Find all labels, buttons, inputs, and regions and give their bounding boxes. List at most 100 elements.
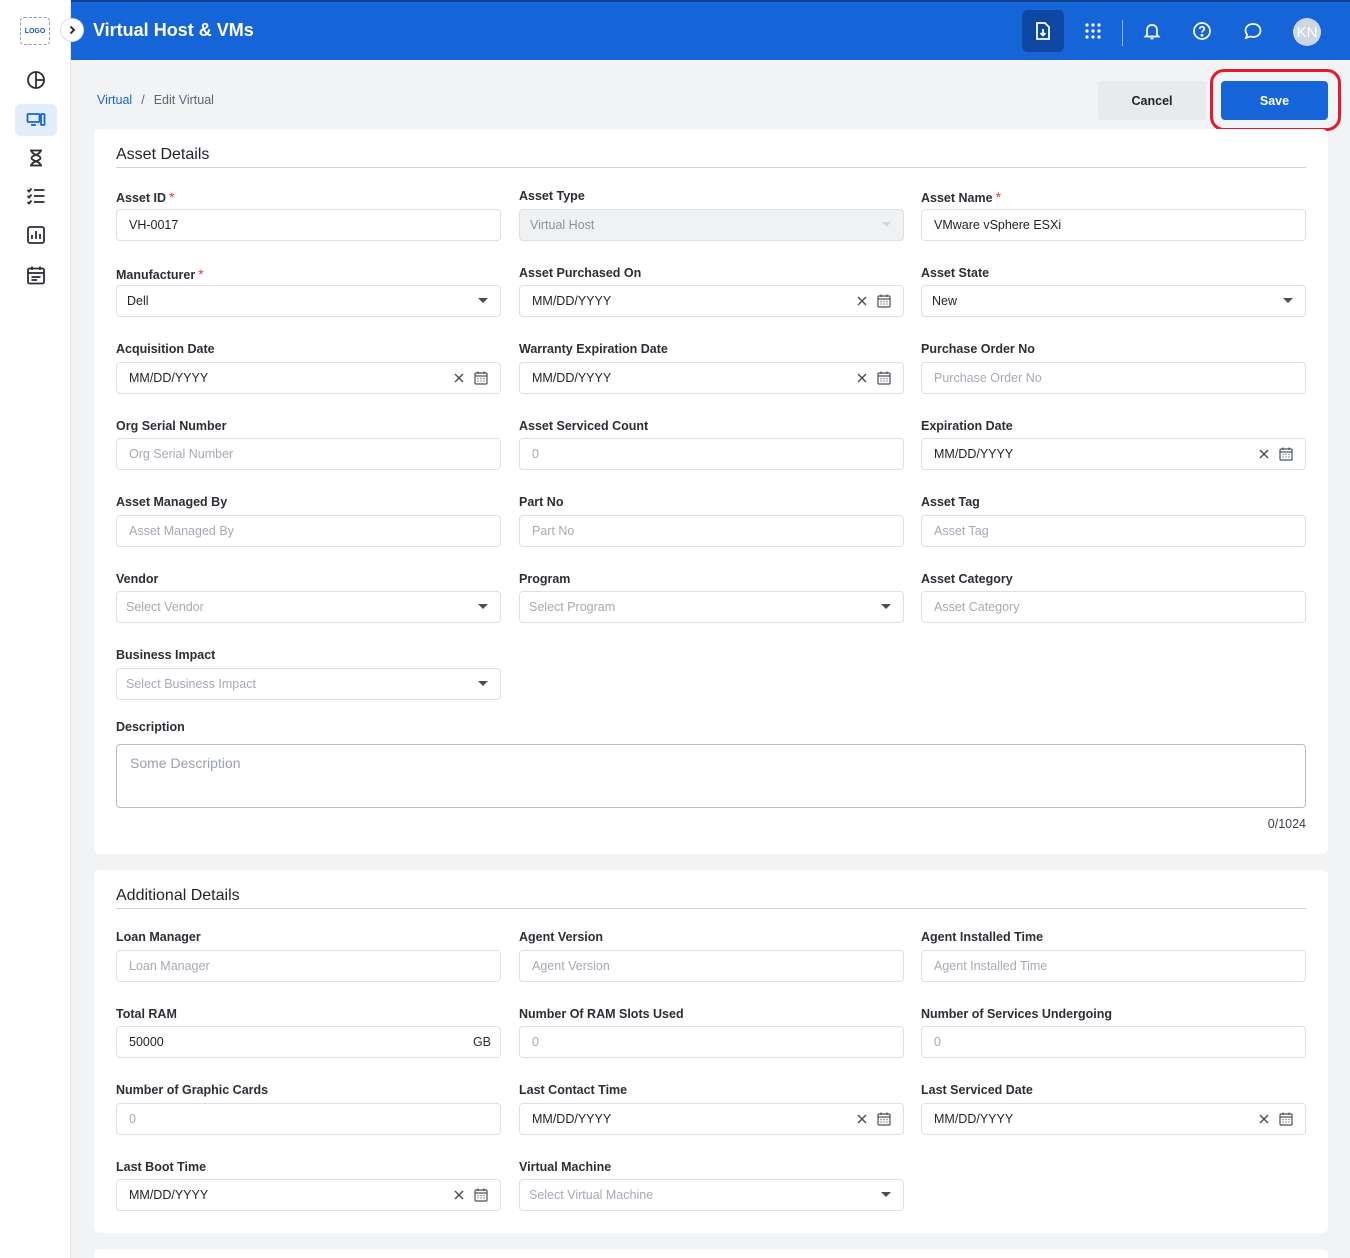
topbar-divider: [1122, 20, 1123, 46]
apps-button[interactable]: [1072, 10, 1114, 52]
logo[interactable]: LOGO: [20, 17, 50, 45]
bell-icon: [1143, 24, 1161, 40]
save-button[interactable]: Save: [1221, 81, 1328, 120]
calendar-button[interactable]: [877, 294, 891, 308]
agent-version-input[interactable]: Agent Version: [519, 950, 904, 982]
asset-state-select[interactable]: New: [921, 285, 1306, 317]
breadcrumb: Virtual / Edit Virtual: [97, 93, 214, 107]
asset-id-input[interactable]: VH-0017: [116, 209, 501, 241]
ram-slots-used-input[interactable]: 0: [519, 1026, 904, 1058]
calendar-icon: [1279, 447, 1293, 461]
asset-name-label: Asset Name *: [921, 189, 1002, 205]
asset-purchased-on-label: Asset Purchased On: [519, 266, 642, 280]
breadcrumb-link-virtual[interactable]: Virtual: [97, 93, 132, 107]
asset-serviced-count-input[interactable]: 0: [519, 438, 904, 470]
help-button[interactable]: [1181, 10, 1223, 52]
asset-category-input[interactable]: Asset Category: [921, 591, 1306, 623]
clear-button[interactable]: [454, 373, 464, 383]
asset-name-input[interactable]: VMware vSphere ESXi: [921, 209, 1306, 241]
total-ram-input[interactable]: 50000 GB: [116, 1026, 501, 1058]
calendar-button[interactable]: [1279, 1112, 1293, 1126]
sidebar-item-tasks[interactable]: [15, 180, 57, 212]
description-textarea[interactable]: Some Description: [116, 744, 1306, 808]
vendor-select[interactable]: Select Vendor: [116, 591, 501, 623]
clear-button[interactable]: [857, 1114, 867, 1124]
last-serviced-date-datepicker[interactable]: MM/DD/YYYY: [921, 1103, 1306, 1135]
sidebar-item-hourglass[interactable]: [15, 142, 57, 174]
close-icon: [1259, 1114, 1269, 1124]
caret-down-icon: [1283, 298, 1293, 303]
asset-id-label: Asset ID *: [116, 189, 175, 205]
acquisition-date-datepicker[interactable]: MM/DD/YYYY: [116, 362, 501, 394]
agent-installed-time-input[interactable]: Agent Installed Time: [921, 950, 1306, 982]
last-boot-time-datepicker[interactable]: MM/DD/YYYY: [116, 1179, 501, 1211]
help-icon: [1193, 22, 1211, 40]
caret-down-icon: [478, 604, 488, 609]
sidebar-item-reports[interactable]: [15, 219, 57, 251]
graphic-cards-input[interactable]: 0: [116, 1103, 501, 1135]
warranty-expiration-date-label: Warranty Expiration Date: [519, 342, 668, 356]
section-divider: [116, 167, 1306, 168]
calendar-button[interactable]: [877, 1112, 891, 1126]
manufacturer-label: Manufacturer *: [116, 266, 204, 282]
clear-button[interactable]: [454, 1190, 464, 1200]
purchase-order-no-input[interactable]: Purchase Order No: [921, 362, 1306, 394]
clear-button[interactable]: [857, 373, 867, 383]
clear-button[interactable]: [1259, 449, 1269, 459]
ram-slots-used-label: Number Of RAM Slots Used: [519, 1007, 684, 1021]
file-download-icon: [1036, 22, 1050, 40]
asset-managed-by-label: Asset Managed By: [116, 495, 228, 509]
expiration-date-datepicker[interactable]: MM/DD/YYYY: [921, 438, 1306, 470]
close-icon: [857, 1114, 867, 1124]
chat-button[interactable]: [1232, 10, 1274, 52]
close-icon: [454, 373, 464, 383]
sidebar-item-dashboard[interactable]: [15, 64, 57, 96]
clear-button[interactable]: [857, 296, 867, 306]
manufacturer-select[interactable]: Dell: [116, 285, 501, 317]
asset-purchased-on-datepicker[interactable]: MM/DD/YYYY: [519, 285, 904, 317]
asset-managed-by-input[interactable]: Asset Managed By: [116, 515, 501, 547]
download-button[interactable]: [1022, 10, 1064, 52]
avatar[interactable]: KN: [1293, 18, 1321, 46]
breadcrumb-separator: /: [141, 93, 145, 107]
loan-manager-input[interactable]: Loan Manager: [116, 950, 501, 982]
description-placeholder: Some Description: [130, 755, 241, 771]
section-title: Additional Details: [116, 887, 240, 904]
asset-tag-label: Asset Tag: [921, 495, 980, 509]
warranty-expiration-date-datepicker[interactable]: MM/DD/YYYY: [519, 362, 904, 394]
virtual-machine-select[interactable]: Select Virtual Machine: [519, 1179, 904, 1211]
total-ram-label: Total RAM: [116, 1007, 177, 1021]
notifications-button[interactable]: [1131, 10, 1173, 52]
report-icon: [27, 226, 45, 244]
business-impact-select[interactable]: Select Business Impact: [116, 668, 501, 700]
acquisition-date-label: Acquisition Date: [116, 342, 215, 356]
caret-down-icon: [882, 222, 891, 227]
chevron-right-icon: [69, 25, 76, 35]
sidebar-item-calendar[interactable]: [15, 259, 57, 291]
last-contact-time-datepicker[interactable]: MM/DD/YYYY: [519, 1103, 904, 1135]
asset-tag-input[interactable]: Asset Tag: [921, 515, 1306, 547]
sidebar-expand-button[interactable]: [60, 18, 84, 42]
calendar-button[interactable]: [877, 371, 891, 385]
next-section-card: [94, 1249, 1328, 1258]
part-no-input[interactable]: Part No: [519, 515, 904, 547]
program-label: Program: [519, 572, 571, 586]
calendar-button[interactable]: [474, 371, 488, 385]
asset-category-label: Asset Category: [921, 572, 1013, 586]
program-select[interactable]: Select Program: [519, 591, 904, 623]
dashboard-icon: [27, 71, 45, 89]
calendar-button[interactable]: [1279, 447, 1293, 461]
breadcrumb-current: Edit Virtual: [153, 93, 214, 107]
calendar-button[interactable]: [474, 1188, 488, 1202]
topbar: Virtual Host & VMs KN: [71, 0, 1350, 60]
calendar-icon: [877, 294, 891, 308]
loan-manager-label: Loan Manager: [116, 930, 201, 944]
clear-button[interactable]: [1259, 1114, 1269, 1124]
org-serial-number-input[interactable]: Org Serial Number: [116, 438, 501, 470]
agent-installed-time-label: Agent Installed Time: [921, 930, 1044, 944]
services-undergoing-input[interactable]: 0: [921, 1026, 1306, 1058]
sidebar-item-assets[interactable]: [15, 104, 57, 136]
virtual-machine-label: Virtual Machine: [519, 1160, 612, 1174]
cancel-button[interactable]: Cancel: [1098, 81, 1206, 120]
close-icon: [857, 373, 867, 383]
